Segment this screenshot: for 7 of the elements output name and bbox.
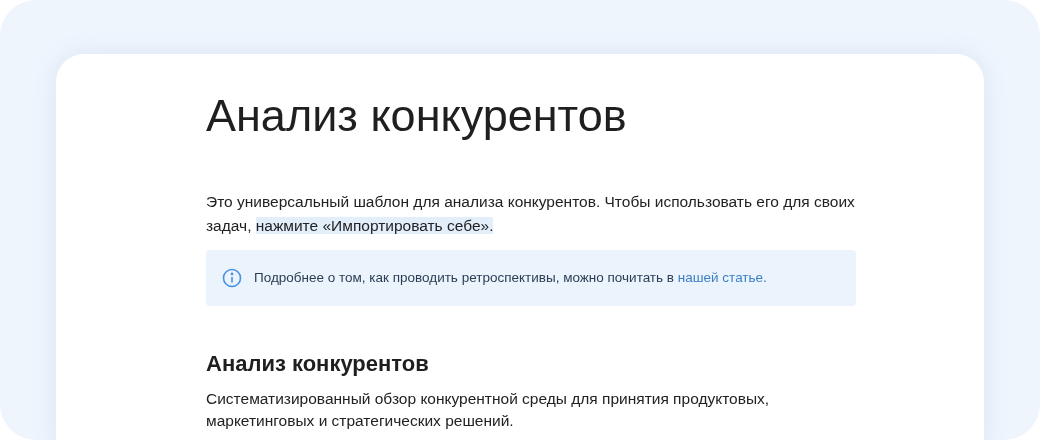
section-heading: Анализ конкурентов [206,350,430,378]
info-icon [222,268,242,288]
intro-paragraph: Это универсальный шаблон для анализа конкурентов. Чтобы использовать его для своих задач, нажмите «Импортировать себе». [206,192,856,236]
page-title: Анализ конкурентов [206,89,628,143]
callout-text: Подробнее о том, как проводить ретроспективы, можно почитать в нашей статье. [254,268,767,287]
section-paragraph: Систематизированный обзор конкурентной среды для принятия продуктовых, маркетинговых и стратегических решений. [206,389,771,431]
article-link[interactable]: нашей статье. [677,269,767,285]
